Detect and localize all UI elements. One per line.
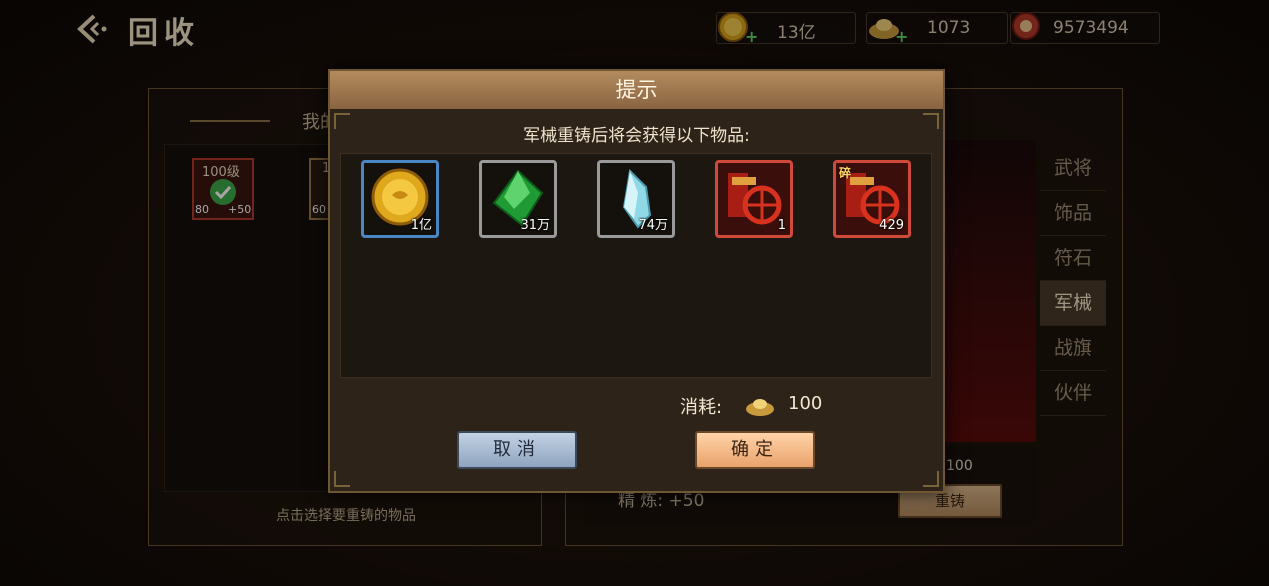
corner-ornament xyxy=(334,471,350,487)
reward-slot[interactable]: 1亿 xyxy=(361,160,439,238)
reward-count: 1 xyxy=(777,218,786,233)
reward-slot[interactable]: 碎 429 xyxy=(833,160,911,238)
corner-ornament xyxy=(923,471,939,487)
dialog-title: 提示 xyxy=(330,71,943,109)
prompt-dialog: 提示 军械重铸后将会获得以下物品: 1亿 31万 74万 1 碎 429 消耗:… xyxy=(328,69,945,493)
gold-ingot-icon xyxy=(746,399,774,416)
dialog-message: 军械重铸后将会获得以下物品: xyxy=(523,126,750,146)
confirm-button[interactable]: 确定 xyxy=(695,431,815,469)
reward-slot[interactable]: 74万 xyxy=(597,160,675,238)
reward-count: 74万 xyxy=(638,218,668,233)
cost-label: 消耗: xyxy=(680,397,723,418)
shard-tag: 碎 xyxy=(839,166,852,180)
reward-list: 1亿 31万 74万 1 碎 429 xyxy=(340,153,932,378)
cancel-button[interactable]: 取消 xyxy=(457,431,577,469)
reward-count: 429 xyxy=(879,218,904,233)
reward-count: 31万 xyxy=(520,218,550,233)
reward-count: 1亿 xyxy=(410,218,432,233)
cost-value: 100 xyxy=(788,393,823,414)
reward-slot[interactable]: 31万 xyxy=(479,160,557,238)
reward-slot[interactable]: 1 xyxy=(715,160,793,238)
